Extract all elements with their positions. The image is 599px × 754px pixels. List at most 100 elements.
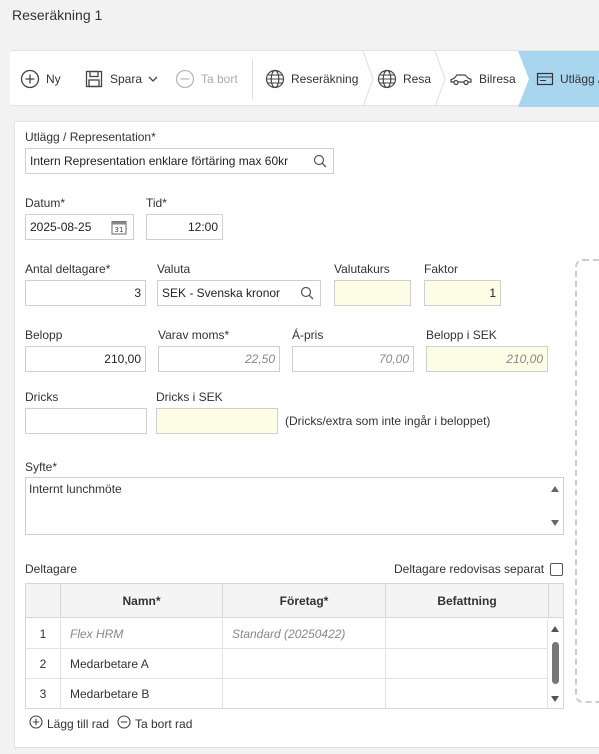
factor-label: Faktor [424,262,459,276]
exchange-rate-label: Valutakurs [334,262,390,276]
date-value: 2025-08-25 [30,220,92,234]
divider [14,747,599,748]
exchange-rate-field[interactable] [334,280,411,306]
tip-label: Dricks [25,390,59,404]
column-header-name[interactable]: Namn* [61,584,223,618]
breadcrumb-separator [434,51,446,107]
scroll-up-arrow-icon[interactable] [551,626,559,632]
date-field[interactable]: 2025-08-25 31 [25,214,134,240]
tab-resa[interactable]: Resa [377,51,431,107]
minus-circle-icon [117,715,131,732]
time-label: Tid* [146,196,167,210]
separate-reporting-label: Deltagare redovisas separat [394,562,545,576]
row-number: 2 [26,649,61,679]
tab-bilresa[interactable]: Bilresa [449,51,516,107]
unit-price-label: Á-pris [292,328,324,342]
company-cell[interactable] [223,679,386,709]
amount-sek-field: 210,00 [426,346,548,372]
search-icon[interactable] [300,286,314,303]
vat-label: Varav moms* [158,328,230,342]
tab-resa-label: Resa [403,72,432,86]
vat-field[interactable]: 22,50 [158,346,280,372]
attachment-drop-zone[interactable] [575,259,599,703]
purpose-value: Internt lunchmöte [29,482,122,496]
tip-field[interactable] [25,408,147,434]
tab-reserakning[interactable]: Reseräkning [265,51,358,107]
calendar-icon[interactable]: 31 [111,219,127,238]
tab-utlagg[interactable]: Utlägg / [536,51,599,107]
toolbar: Ny Spara Ta bort Reseräkning Resa Bilres… [10,50,599,107]
plus-circle-icon [29,715,43,732]
factor-field[interactable]: 1 [424,280,501,306]
title-cell[interactable] [386,649,548,679]
new-button-label: Ny [46,72,61,86]
chevron-down-icon [148,72,158,86]
table-row[interactable]: 3 Medarbetare B [26,679,548,709]
column-header-company[interactable]: Företag* [223,584,386,618]
unit-price-value: 70,00 [378,352,409,366]
column-header-row-number [26,584,61,618]
delete-button[interactable]: Ta bort [175,51,238,107]
company-cell[interactable]: Standard (20250422) [223,619,386,649]
title-cell[interactable] [386,679,548,709]
time-field[interactable]: 12:00 [146,214,223,240]
wallet-icon [536,71,554,87]
name-cell[interactable]: Medarbetare A [61,649,223,679]
company-cell[interactable] [223,649,386,679]
breadcrumb-separator [362,51,374,107]
page-title: Reseräkning 1 [12,7,103,23]
expense-type-field[interactable]: Intern Representation enklare förtäring … [25,148,334,174]
amount-sek-value: 210,00 [506,352,543,366]
name-cell[interactable]: Medarbetare B [61,679,223,709]
expense-type-value: Intern Representation enklare förtäring … [30,154,289,168]
tab-bilresa-label: Bilresa [479,72,516,86]
scroll-down-arrow-icon[interactable] [551,520,559,526]
minus-circle-icon [175,69,195,89]
add-row-label: Lägg till rad [47,716,110,731]
toolbar-divider [252,59,253,99]
column-header-title[interactable]: Befattning [386,584,549,618]
remove-row-button[interactable]: Ta bort rad [117,715,192,732]
save-button-label: Spara [110,72,143,86]
purpose-textarea[interactable]: Internt lunchmöte [25,477,564,535]
amount-field[interactable]: 210,00 [25,346,146,372]
amount-label: Belopp [25,328,63,342]
floppy-disk-icon [84,69,104,89]
tip-sek-field [156,408,278,434]
add-row-button[interactable]: Lägg till rad [29,715,109,732]
search-icon[interactable] [313,154,327,171]
vat-value: 22,50 [244,352,275,366]
tab-utlagg-label: Utlägg / [560,72,599,86]
expense-type-label: Utlägg / Representation* [25,130,156,144]
scroll-down-arrow-icon[interactable] [551,696,559,702]
participants-label: Deltagare [25,562,78,576]
participants-count-field[interactable]: 3 [25,280,146,306]
separate-reporting-checkbox[interactable] [550,563,563,576]
currency-value: SEK - Svenska kronor [162,286,281,300]
car-icon [449,71,473,87]
globe-icon [265,69,285,89]
participants-count-value: 3 [134,286,141,300]
currency-label: Valuta [157,262,191,276]
participants-count-label: Antal deltagare* [25,262,111,276]
title-cell[interactable] [386,619,548,649]
plus-circle-icon [20,69,40,89]
row-number: 3 [26,679,61,709]
new-button[interactable]: Ny [20,51,61,107]
unit-price-field[interactable]: 70,00 [292,346,414,372]
tab-reserakning-label: Reseräkning [291,72,359,86]
save-button[interactable]: Spara [84,51,158,107]
tip-note: (Dricks/extra som inte ingår i beloppet) [285,414,491,428]
table-row[interactable]: 2 Medarbetare A [26,649,548,679]
scroll-up-arrow-icon[interactable] [551,486,559,492]
globe-icon [377,69,397,89]
table-scrollbar[interactable] [548,619,563,708]
svg-text:31: 31 [115,226,124,234]
amount-value: 210,00 [104,352,141,366]
table-header: Namn* Företag* Befattning [26,584,563,618]
purpose-label: Syfte* [25,460,58,474]
name-cell[interactable]: Flex HRM [61,619,223,649]
table-row[interactable]: 1 Flex HRM Standard (20250422) [26,619,548,649]
currency-field[interactable]: SEK - Svenska kronor [157,280,321,306]
scrollbar-thumb[interactable] [552,642,559,684]
